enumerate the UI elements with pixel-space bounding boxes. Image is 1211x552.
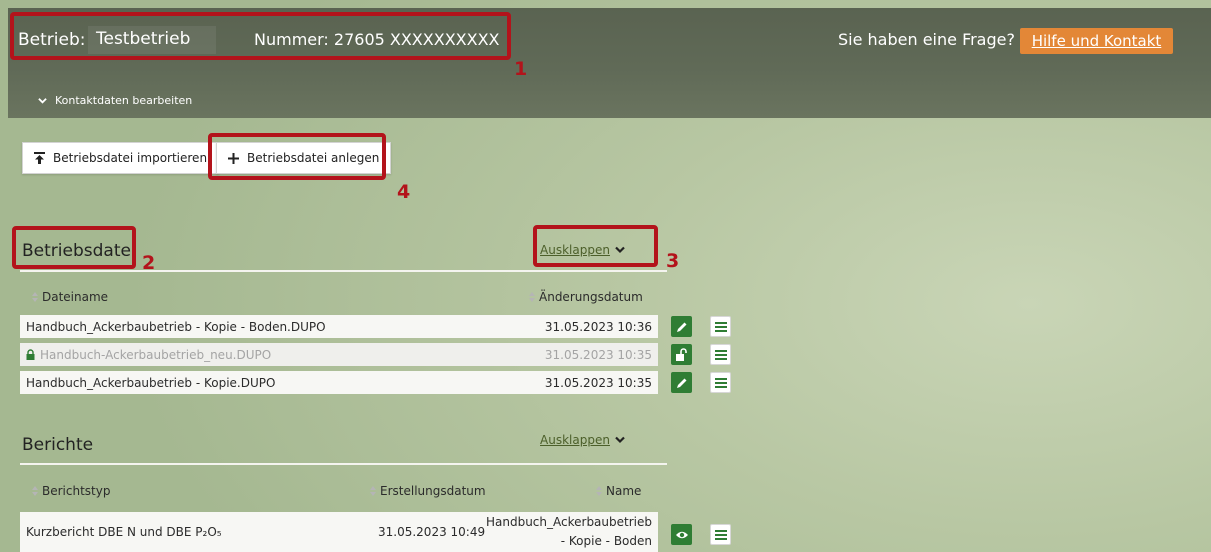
- report-name-line1: Handbuch_Ackerbaubetrieb: [485, 515, 652, 529]
- expand-berichte-link[interactable]: Ausklappen: [540, 433, 625, 447]
- lock-icon: [26, 349, 35, 360]
- table-row[interactable]: Handbuch-Ackerbaubetrieb_neu.DUPO 31.05.…: [20, 343, 658, 366]
- annotation-box-4: [208, 133, 386, 180]
- list-icon: [714, 377, 727, 388]
- file-date: 31.05.2023 10:35: [544, 375, 652, 390]
- annotation-box-1: [10, 12, 511, 60]
- list-icon: [714, 349, 727, 360]
- unlock-icon: [676, 347, 687, 361]
- berichte-title: Berichte: [22, 435, 94, 455]
- table-row[interactable]: Handbuch_Ackerbaubetrieb - Kopie - Boden…: [20, 315, 658, 338]
- edit-button[interactable]: [671, 372, 692, 393]
- sort-icon: [529, 292, 535, 302]
- details-button[interactable]: [710, 524, 731, 545]
- file-name: Handbuch_Ackerbaubetrieb - Kopie - Boden…: [26, 319, 326, 334]
- sort-icon: [370, 486, 376, 496]
- column-label: Name: [606, 484, 642, 498]
- column-label: Erstellungsdatum: [380, 484, 486, 498]
- expand-label: Ausklappen: [540, 433, 610, 447]
- column-header-erstellungsdatum[interactable]: Erstellungsdatum: [370, 484, 486, 498]
- details-button[interactable]: [710, 372, 731, 393]
- eye-icon: [675, 531, 688, 538]
- chevron-down-icon: [38, 98, 47, 104]
- question-text: Sie haben eine Frage?: [838, 30, 1015, 49]
- table-row[interactable]: Kurzbericht DBE N und DBE P₂O₅ 31.05.202…: [20, 512, 658, 552]
- annotation-number-3: 3: [666, 250, 680, 272]
- list-icon: [714, 529, 727, 540]
- column-header-name[interactable]: Name: [596, 484, 641, 498]
- column-label: Dateiname: [42, 290, 109, 304]
- column-label: Berichtstyp: [42, 484, 111, 498]
- annotation-number-4: 4: [397, 181, 411, 203]
- file-date: 31.05.2023 10:35: [544, 347, 652, 362]
- column-label: Änderungsdatum: [539, 290, 643, 304]
- chevron-down-icon: [615, 436, 625, 444]
- table-row[interactable]: Handbuch_Ackerbaubetrieb - Kopie.DUPO 31…: [20, 371, 658, 394]
- details-button[interactable]: [710, 316, 731, 337]
- view-button[interactable]: [671, 524, 692, 545]
- file-date: 31.05.2023 10:36: [544, 319, 652, 334]
- report-date: 31.05.2023 10:49: [378, 525, 486, 539]
- column-header-berichtstyp[interactable]: Berichtstyp: [32, 484, 110, 498]
- edit-contact-label: Kontaktdaten bearbeiten: [55, 94, 193, 107]
- file-name: Handbuch-Ackerbaubetrieb_neu.DUPO: [40, 347, 272, 362]
- section-divider: [20, 270, 667, 272]
- report-name-line2: - Kopie - Boden: [560, 534, 652, 548]
- annotation-box-2: [12, 226, 136, 269]
- column-header-dateiname[interactable]: Dateiname: [32, 290, 108, 304]
- import-label: Betriebsdatei importieren: [53, 151, 208, 165]
- sort-icon: [32, 292, 38, 302]
- pencil-icon: [676, 322, 686, 332]
- section-divider: [20, 463, 667, 465]
- unlock-button[interactable]: [671, 344, 692, 365]
- list-icon: [714, 321, 727, 332]
- help-contact-button[interactable]: Hilfe und Kontakt: [1020, 28, 1173, 54]
- upload-icon: [34, 152, 45, 164]
- annotation-box-3: [533, 225, 658, 267]
- sort-icon: [32, 486, 38, 496]
- report-type: Kurzbericht DBE N und DBE P₂O₅: [26, 525, 222, 539]
- sort-icon: [596, 486, 602, 496]
- edit-button[interactable]: [671, 316, 692, 337]
- annotation-number-2: 2: [142, 252, 156, 274]
- import-betriebsdatei-button[interactable]: Betriebsdatei importieren: [22, 142, 220, 174]
- column-header-aenderungsdatum[interactable]: Änderungsdatum: [529, 290, 643, 304]
- file-name: Handbuch_Ackerbaubetrieb - Kopie.DUPO: [26, 375, 276, 390]
- annotation-number-1: 1: [514, 58, 528, 80]
- edit-contact-toggle[interactable]: Kontaktdaten bearbeiten: [38, 94, 192, 107]
- pencil-icon: [676, 378, 686, 388]
- details-button[interactable]: [710, 344, 731, 365]
